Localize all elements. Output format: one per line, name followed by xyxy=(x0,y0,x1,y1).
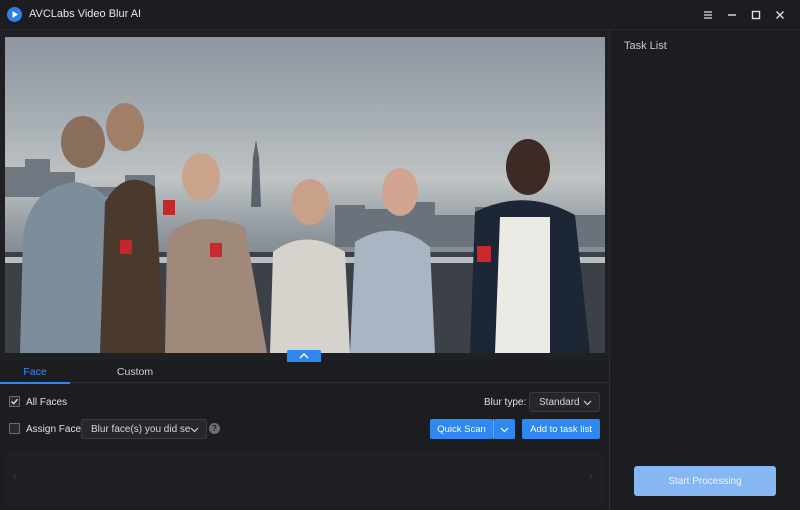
all-faces-checkbox[interactable] xyxy=(9,396,20,407)
start-processing-button[interactable]: Start Processing xyxy=(634,466,776,496)
blur-type-label: Blur type: xyxy=(484,397,527,408)
checkmark-icon xyxy=(11,398,18,405)
chevron-down-icon xyxy=(190,427,199,433)
video-preview[interactable] xyxy=(5,37,605,353)
app-title: AVCLabs Video Blur AI xyxy=(29,8,142,20)
maximize-icon[interactable] xyxy=(745,5,767,25)
task-panel: Task List Start Processing xyxy=(610,30,800,510)
minimize-icon[interactable] xyxy=(721,5,743,25)
assign-face-checkbox[interactable] xyxy=(9,423,20,434)
quick-scan-button[interactable]: Quick Scan xyxy=(430,419,493,439)
preview-area xyxy=(0,30,609,362)
assign-face-select[interactable]: Blur face(s) you did se xyxy=(81,419,207,439)
all-faces-label: All Faces xyxy=(26,397,68,408)
help-icon[interactable]: ? xyxy=(209,423,220,434)
face-thumbnail-strip xyxy=(5,452,604,506)
assign-face-label: Assign Face xyxy=(26,424,82,435)
quick-scan-dropdown-button[interactable] xyxy=(494,419,515,439)
thumb-next-icon[interactable]: › xyxy=(589,469,593,483)
chevron-down-icon xyxy=(583,400,592,406)
close-icon[interactable] xyxy=(769,5,791,25)
chevron-down-icon xyxy=(500,427,509,432)
tab-face[interactable]: Face xyxy=(0,361,70,384)
task-list-title: Task List xyxy=(624,40,667,52)
blur-type-select[interactable]: Standard xyxy=(529,392,600,412)
chevron-up-icon xyxy=(299,353,309,359)
tab-custom[interactable]: Custom xyxy=(100,361,170,383)
mode-tabs: Face Custom xyxy=(0,361,609,384)
app-logo-icon xyxy=(7,7,22,22)
thumb-prev-icon[interactable]: ‹ xyxy=(13,469,17,483)
menu-icon[interactable] xyxy=(697,5,719,25)
title-bar: AVCLabs Video Blur AI xyxy=(0,0,800,30)
add-to-task-list-button[interactable]: Add to task list xyxy=(522,419,600,439)
